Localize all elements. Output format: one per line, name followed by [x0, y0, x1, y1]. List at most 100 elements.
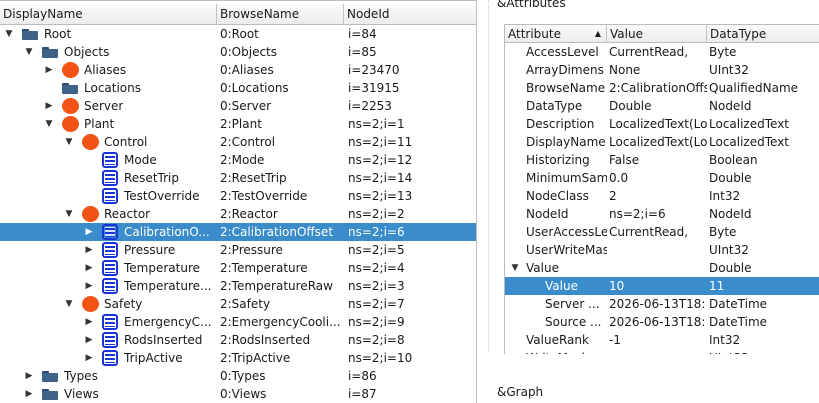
tree-cell-displayname: ▶ TripActive [0, 349, 217, 367]
attribute-row[interactable]: UserAccessLe CurrentRead, Byte [505, 223, 819, 241]
attribute-row[interactable]: Server ... 2026-06-13T18: DateTime [505, 295, 819, 313]
collapsed-arrow-icon[interactable]: ▶ [84, 349, 94, 367]
tree-cell-browsename: 2:Safety [220, 297, 271, 311]
collapsed-arrow-icon[interactable]: ▶ [84, 277, 94, 295]
attribute-row[interactable]: DisplayName LocalizedText(Lo LocalizedText [505, 133, 819, 151]
tree-row[interactable]: ▶ EmergencyC... 2:EmergencyCooli... ns=2;i=… [0, 313, 476, 331]
column-header-displayname[interactable]: DisplayName [0, 4, 217, 25]
attribute-row[interactable]: Source ... 2026-06-13T18: DateTime [505, 313, 819, 331]
attribute-row[interactable]: WriteMask UInt32 [505, 349, 819, 354]
tree-item-label: Objects [64, 45, 110, 59]
address-space-tree[interactable]: DisplayName BrowseName NodeId ▼ Root 0:Roo… [0, 0, 477, 403]
tree-cell-displayname: ▼ Reactor [0, 205, 217, 223]
attribute-name-label: ArrayDimens [526, 63, 604, 77]
tree-row[interactable]: ▶ CalibrationO... 2:CalibrationOffset ns=2;… [0, 223, 476, 241]
collapsed-arrow-icon[interactable]: ▶ [24, 385, 34, 403]
tree-row[interactable]: TestOverride 2:TestOverride ns=2;i=13 [0, 187, 476, 205]
variable-node-icon [102, 224, 118, 240]
attribute-row[interactable]: UserWriteMas UInt32 [505, 241, 819, 259]
attribute-cell-value: None [609, 63, 641, 77]
tree-row[interactable]: ▼ Safety 2:Safety ns=2;i=7 [0, 295, 476, 313]
tree-cell-displayname: ▶ Views [0, 385, 217, 403]
tree-cell-displayname: ▶ Aliases [0, 61, 217, 79]
tree-row[interactable]: Locations 0:Locations i=31915 [0, 79, 476, 97]
tree-row[interactable]: ▼ Reactor 2:Reactor ns=2;i=2 [0, 205, 476, 223]
attribute-cell-value [609, 349, 707, 354]
tree-cell-displayname: ▶ Temperature... [0, 277, 217, 295]
tree-row[interactable]: ▶ Views 0:Views i=87 [0, 385, 476, 403]
tree-row[interactable]: Mode 2:Mode ns=2;i=12 [0, 151, 476, 169]
expanded-arrow-icon[interactable]: ▼ [4, 25, 14, 43]
expanded-arrow-icon[interactable]: ▼ [44, 115, 54, 133]
tree-row[interactable]: ResetTrip 2:ResetTrip ns=2;i=14 [0, 169, 476, 187]
attribute-row[interactable]: BrowseName 2:CalibrationOffs QualifiedName [505, 79, 819, 97]
attribute-row[interactable]: MinimumSam 0.0 Double [505, 169, 819, 187]
opcua-client-window: DisplayName BrowseName NodeId ▼ Root 0:Roo… [0, 0, 819, 403]
attribute-row[interactable]: Description LocalizedText(Lo LocalizedText [505, 115, 819, 133]
tree-cell-nodeid: i=84 [348, 27, 377, 41]
attribute-row[interactable]: NodeId ns=2;i=6 NodeId [505, 205, 819, 223]
tree-cell-displayname: Locations [0, 79, 217, 97]
attribute-name-label: WriteMask [526, 349, 589, 354]
attribute-row[interactable]: NodeClass 2 Int32 [505, 187, 819, 205]
folder-icon [42, 371, 58, 382]
tree-row[interactable]: ▶ Server 0:Server i=2253 [0, 97, 476, 115]
tree-row[interactable]: ▼ Objects 0:Objects i=85 [0, 43, 476, 61]
object-node-icon [82, 206, 99, 222]
attribute-cell-name: UserWriteMas [505, 241, 607, 259]
tree-cell-browsename: 0:Objects [220, 45, 278, 59]
tree-row[interactable]: ▼ Control 2:Control ns=2;i=11 [0, 133, 476, 151]
attribute-name-label: DisplayName [526, 135, 606, 149]
collapsed-arrow-icon[interactable]: ▶ [84, 259, 94, 277]
attribute-row[interactable]: ArrayDimens None UInt32 [505, 61, 819, 79]
collapsed-arrow-icon[interactable]: ▶ [84, 313, 94, 331]
attribute-cell-datatype: DateTime [709, 315, 768, 329]
attribute-row[interactable]: Historizing False Boolean [505, 151, 819, 169]
tree-row[interactable]: ▶ TripActive 2:TripActive ns=2;i=10 [0, 349, 476, 367]
attribute-cell-datatype: Byte [709, 225, 737, 239]
attribute-cell-value: 0.0 [609, 171, 629, 185]
attribute-cell-datatype: Byte [709, 45, 737, 59]
attribute-row[interactable]: ▼ Value Double [505, 259, 819, 277]
expanded-arrow-icon[interactable]: ▼ [64, 295, 74, 313]
attribute-cell-name: ArrayDimens [505, 61, 607, 79]
tree-row[interactable]: ▶ Temperature... 2:TemperatureRaw ns=2;i=3 [0, 277, 476, 295]
tree-row[interactable]: ▶ Aliases 0:Aliases i=23470 [0, 61, 476, 79]
tree-item-label: Mode [124, 153, 157, 167]
column-header-datatype[interactable]: DataType [707, 25, 819, 43]
tree-row[interactable]: ▼ Root 0:Root i=84 [0, 25, 476, 43]
collapsed-arrow-icon[interactable]: ▶ [84, 223, 94, 241]
tree-row[interactable]: ▶ Types 0:Types i=86 [0, 367, 476, 385]
collapsed-arrow-icon[interactable]: ▶ [24, 367, 34, 385]
attribute-row[interactable]: AccessLevel CurrentRead, Byte [505, 43, 819, 61]
tree-row[interactable]: ▶ Pressure 2:Pressure ns=2;i=5 [0, 241, 476, 259]
expanded-arrow-icon[interactable]: ▼ [510, 259, 520, 277]
expanded-arrow-icon[interactable]: ▼ [24, 43, 34, 61]
column-header-nodeid[interactable]: NodeId [344, 4, 476, 25]
tree-row[interactable]: ▶ Temperature 2:Temperature ns=2;i=4 [0, 259, 476, 277]
attribute-row[interactable]: Value 10 11 [505, 277, 819, 295]
attribute-name-label: Value [526, 261, 559, 275]
attribute-row[interactable]: ValueRank -1 Int32 [505, 331, 819, 349]
attribute-name-label: Historizing [526, 153, 590, 167]
splitter[interactable] [488, 0, 489, 352]
attribute-row[interactable]: DataType Double NodeId [505, 97, 819, 115]
attributes-table[interactable]: Attribute ▲ Value DataType AccessLevel Cur… [504, 24, 819, 354]
column-header-attribute[interactable]: Attribute ▲ [505, 25, 607, 43]
collapsed-arrow-icon[interactable]: ▶ [84, 331, 94, 349]
expanded-arrow-icon[interactable]: ▼ [64, 133, 74, 151]
attribute-cell-datatype: Int32 [709, 333, 741, 347]
tree-row[interactable]: ▼ Plant 2:Plant ns=2;i=1 [0, 115, 476, 133]
attribute-cell-name: Value [505, 277, 607, 295]
tree-cell-browsename: 2:ResetTrip [220, 171, 287, 185]
collapsed-arrow-icon[interactable]: ▶ [44, 61, 54, 79]
tree-cell-browsename: 0:Aliases [220, 63, 274, 77]
collapsed-arrow-icon[interactable]: ▶ [44, 97, 54, 115]
tree-item-label: EmergencyC... [124, 315, 212, 329]
attribute-cell-datatype: UInt32 [709, 349, 819, 354]
tree-row[interactable]: ▶ RodsInserted 2:RodsInserted ns=2;i=8 [0, 331, 476, 349]
column-header-browsename[interactable]: BrowseName [217, 4, 344, 25]
collapsed-arrow-icon[interactable]: ▶ [84, 241, 94, 259]
expanded-arrow-icon[interactable]: ▼ [64, 205, 74, 223]
column-header-value[interactable]: Value [607, 25, 707, 43]
